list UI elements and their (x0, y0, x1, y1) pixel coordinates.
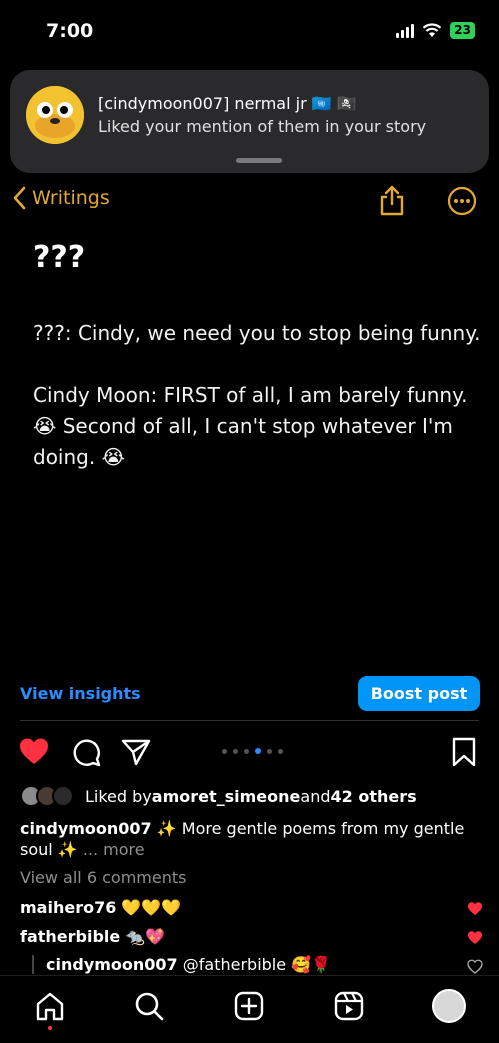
more-options-icon[interactable] (447, 186, 477, 216)
note-title: ??? (33, 240, 86, 275)
reply-username[interactable]: cindymoon007 (46, 955, 178, 974)
comment-username[interactable]: maihero76 (20, 898, 116, 917)
bookmark-icon[interactable] (448, 736, 480, 768)
reels-icon[interactable] (333, 990, 365, 1022)
note-line: Cindy Moon: FIRST of all, I am barely fu… (33, 383, 468, 407)
comment-username[interactable]: fatherbible (20, 927, 120, 946)
send-icon[interactable] (120, 736, 152, 768)
status-time: 7:00 (46, 20, 94, 42)
home-icon[interactable] (34, 990, 66, 1022)
back-label: Writings (32, 187, 110, 209)
notification-banner[interactable]: [cindymoon007] nermal jr 🇺🇳 🏴‍☠️ Liked y… (10, 70, 489, 173)
notification-body: Liked your mention of them in your story (98, 117, 427, 136)
likes-and: and (300, 786, 331, 806)
reply-row: cindymoon007 @fatherbible 🥰🌹 (32, 955, 331, 974)
search-icon[interactable] (133, 990, 165, 1022)
home-activity-dot (48, 1026, 52, 1030)
note-line: doing. 😭 (33, 445, 125, 469)
caption-more-link[interactable]: ... more (83, 840, 145, 859)
chevron-left-icon (13, 186, 26, 210)
view-all-comments-link[interactable]: View all 6 comments (20, 868, 186, 887)
bottom-tab-bar (0, 975, 499, 1043)
profile-avatar[interactable] (432, 989, 466, 1023)
battery-icon: 23 (450, 22, 475, 39)
status-icons: 23 (396, 22, 475, 39)
post-actions (0, 734, 499, 774)
heart-filled-icon[interactable] (467, 930, 483, 946)
liker-avatars (20, 785, 78, 807)
likes-user[interactable]: amoret_simeone (152, 787, 301, 806)
notification-avatar (26, 86, 84, 144)
signal-icon (396, 23, 415, 38)
caption-username[interactable]: cindymoon007 (20, 819, 152, 838)
divider (20, 720, 479, 721)
view-insights-link[interactable]: View insights (20, 684, 141, 703)
note-line: 😭 Second of all, I can't stop whatever I… (33, 414, 453, 438)
share-icon[interactable] (378, 184, 406, 216)
back-button[interactable]: Writings (12, 186, 110, 210)
boost-post-button[interactable]: Boost post (358, 676, 480, 711)
comment-text: 💛💛💛 (116, 898, 182, 917)
notes-toolbar: Writings (0, 180, 499, 222)
heart-filled-icon[interactable] (467, 901, 483, 917)
comment-row: maihero76 💛💛💛 (20, 898, 181, 917)
likes-prefix: Liked by (85, 786, 152, 806)
likes-others[interactable]: 42 others (331, 787, 417, 806)
post-caption: cindymoon007 ✨ More gentle poems from my… (20, 818, 480, 860)
heart-outline-icon[interactable] (467, 959, 483, 975)
heart-filled-icon[interactable] (18, 736, 50, 768)
comment-row: fatherbible 🐀💖 (20, 927, 165, 946)
notification-handle[interactable] (236, 158, 282, 163)
carousel-indicator (222, 748, 283, 754)
create-icon[interactable] (233, 990, 265, 1022)
insights-row: View insights Boost post (0, 676, 499, 716)
notification-title: [cindymoon007] nermal jr 🇺🇳 🏴‍☠️ (98, 94, 357, 113)
reply-text: @fatherbible 🥰🌹 (177, 955, 332, 974)
status-bar: 7:00 23 (0, 0, 499, 62)
likes-summary[interactable]: Liked by amoret_simeone and 42 others (20, 785, 417, 807)
wifi-icon (423, 23, 442, 37)
comment-text: 🐀💖 (120, 927, 166, 946)
note-line: ???: Cindy, we need you to stop being fu… (33, 321, 481, 345)
comment-icon[interactable] (70, 736, 102, 768)
